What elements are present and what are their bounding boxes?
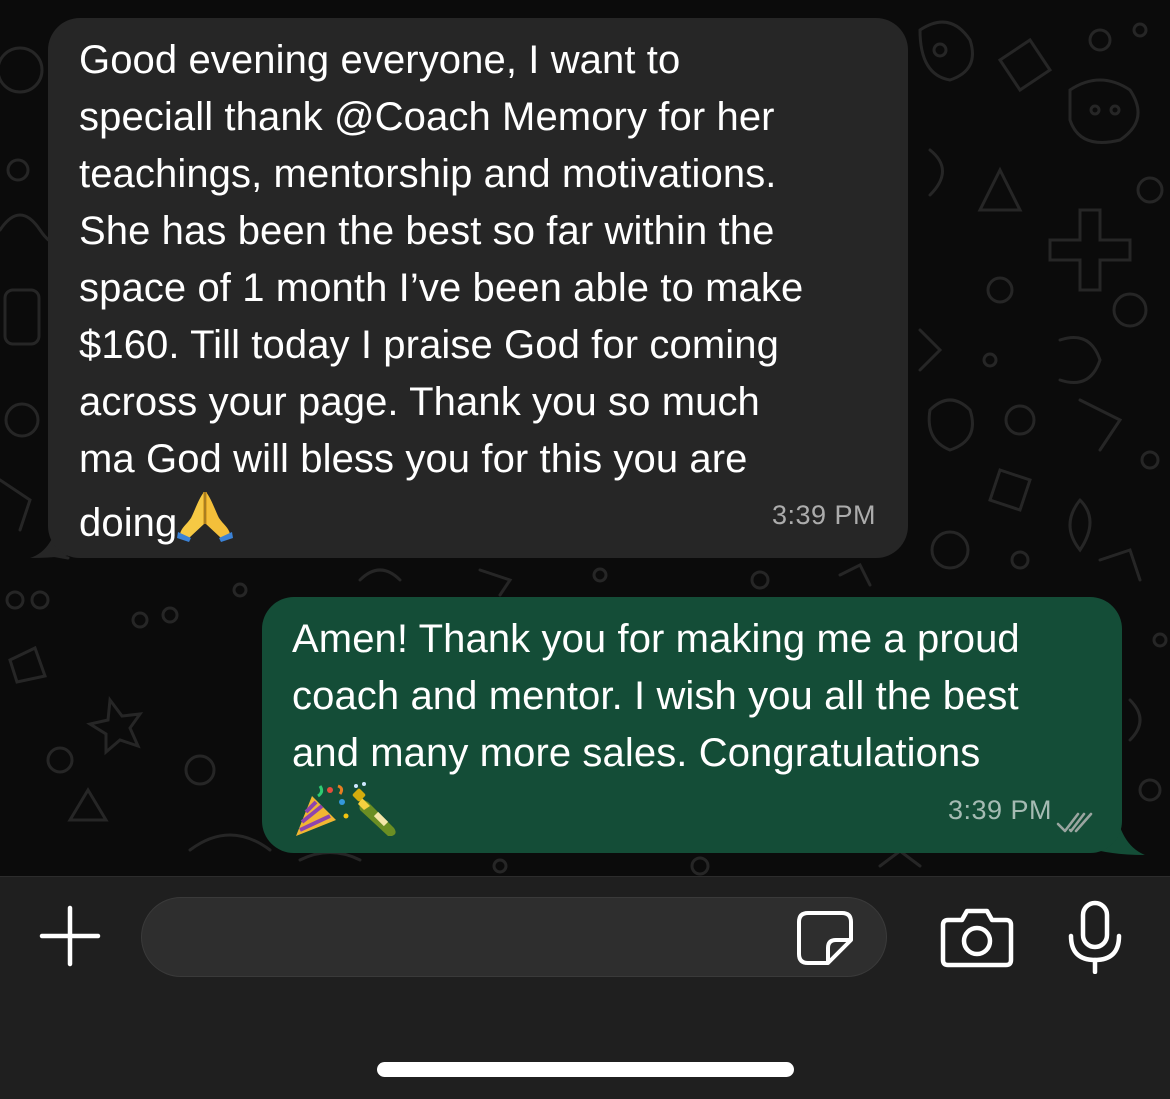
incoming-message-body: Good evening everyone, I want to special…: [79, 38, 804, 545]
incoming-message-time: 3:39 PM: [771, 500, 876, 530]
microphone-icon[interactable]: [1066, 900, 1124, 974]
camera-icon[interactable]: [940, 906, 1014, 968]
outgoing-message-body: Amen! Thank you for making me a proud co…: [292, 617, 1020, 775]
home-indicator[interactable]: [377, 1062, 794, 1077]
party-popper-icon: [296, 784, 349, 836]
plus-icon[interactable]: [38, 904, 102, 968]
double-check-read-icon: [1056, 812, 1093, 833]
chat-background: Good evening everyone, I want to special…: [0, 0, 1170, 876]
outgoing-message-time: 3:39 PM: [947, 795, 1052, 825]
sticker-icon[interactable]: [796, 910, 854, 966]
incoming-message-bubble[interactable]: Good evening everyone, I want to special…: [48, 18, 908, 558]
outgoing-message-bubble[interactable]: Amen! Thank you for making me a proud co…: [262, 597, 1122, 853]
folded-hands-icon: [177, 492, 234, 542]
message-input[interactable]: [141, 897, 887, 977]
chat-screen: Good evening everyone, I want to special…: [0, 0, 1170, 1099]
incoming-message-text: Good evening everyone, I want to special…: [79, 32, 878, 552]
champagne-bottle-icon: [352, 782, 396, 836]
